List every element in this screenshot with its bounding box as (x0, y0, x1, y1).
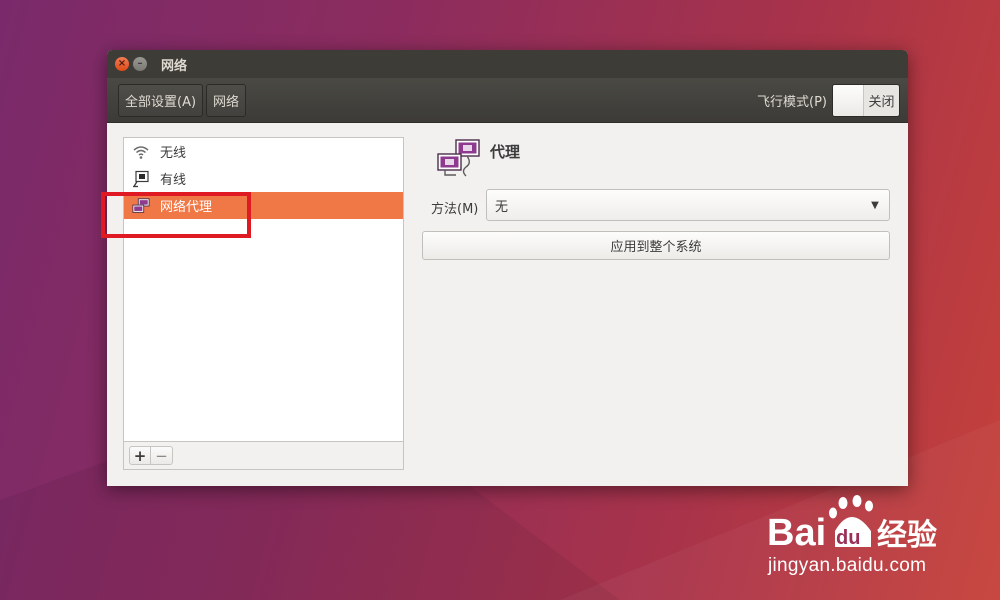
method-dropdown[interactable]: 无 ▼ (486, 189, 890, 221)
titlebar: × – 网络 (107, 50, 908, 78)
window-title: 网络 (161, 58, 188, 74)
sidebar-item-wired[interactable]: 有线 (124, 165, 403, 192)
network-proxy-icon (132, 197, 150, 215)
sidebar-item-label: 无线 (160, 146, 187, 161)
headerbar: 全部设置(A) 网络 飞行模式(P) 关闭 (107, 78, 908, 123)
sidebar-toolbar: + − (123, 442, 404, 470)
breadcrumb-network-button[interactable]: 网络 (206, 83, 247, 117)
settings-window: × – 网络 全部设置(A) 网络 飞行模式(P) 关闭 无线 有线 网络代理 … (107, 50, 908, 486)
svg-text:du: du (836, 527, 860, 549)
airplane-mode-label: 飞行模式(P) (757, 94, 827, 110)
network-proxy-icon (437, 139, 480, 177)
content-area: 无线 有线 网络代理 + − 代理 方法(M) 无 ▼ 应用到整个系统 (107, 123, 908, 486)
close-icon[interactable]: × (115, 57, 129, 71)
remove-connection-button[interactable]: − (151, 446, 173, 465)
add-connection-button[interactable]: + (129, 446, 151, 465)
wired-network-icon (132, 170, 150, 188)
airplane-mode-switch[interactable]: 关闭 (832, 83, 900, 117)
network-device-list: 无线 有线 网络代理 (123, 137, 404, 442)
method-label: 方法(M) (431, 202, 479, 217)
proxy-panel-header: 代理 (436, 138, 520, 180)
method-selected-value: 无 (495, 199, 509, 215)
wifi-icon (132, 143, 150, 161)
switch-knob[interactable] (833, 84, 864, 116)
svg-text:Bai: Bai (767, 512, 826, 554)
apply-system-wide-button[interactable]: 应用到整个系统 (422, 231, 890, 260)
panel-title: 代理 (490, 143, 521, 161)
switch-state-text: 关闭 (868, 94, 895, 110)
sidebar-item-label: 有线 (160, 173, 187, 188)
svg-text:经验: 经验 (877, 518, 937, 553)
minimize-icon[interactable]: – (133, 57, 147, 71)
sidebar-item-network-proxy[interactable]: 网络代理 (124, 192, 403, 219)
sidebar-item-wireless[interactable]: 无线 (124, 138, 403, 165)
chevron-down-icon: ▼ (871, 199, 879, 211)
watermark-site-text: jingyan.baidu.com (768, 555, 927, 576)
sidebar-item-label: 网络代理 (160, 200, 213, 215)
all-settings-button[interactable]: 全部设置(A) (118, 83, 204, 117)
